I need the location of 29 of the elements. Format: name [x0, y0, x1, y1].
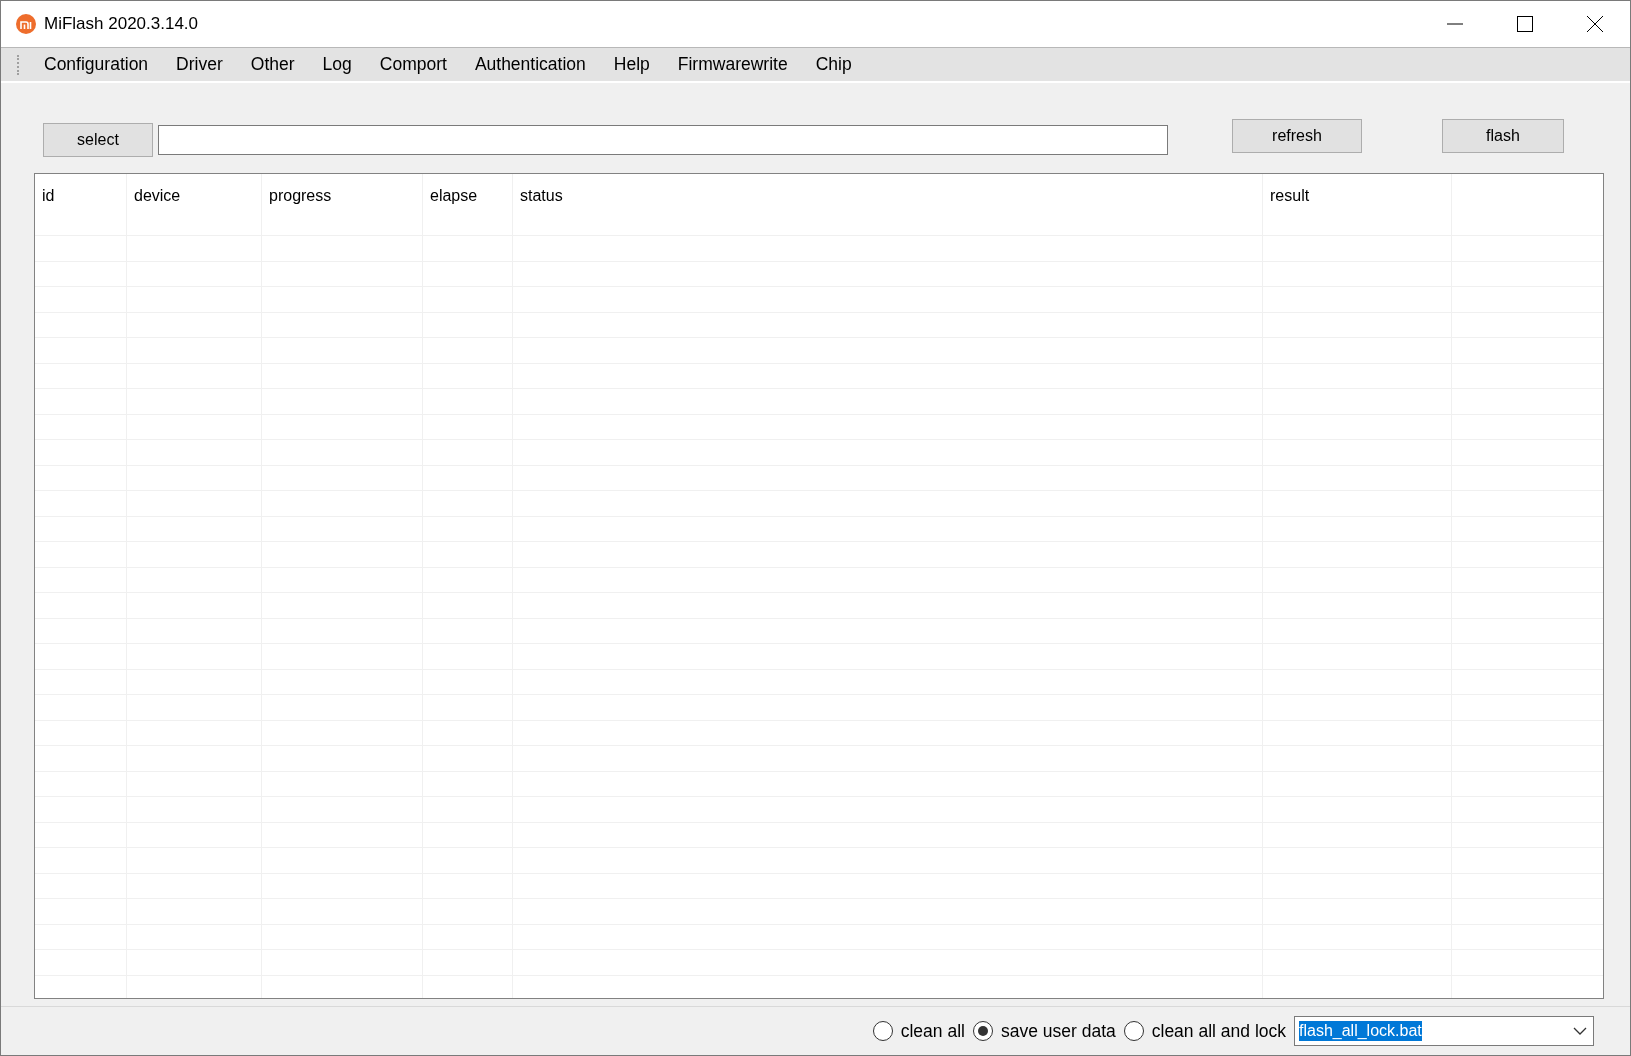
menu-item[interactable]: Authentication [460, 51, 600, 78]
menu-item[interactable]: Log [308, 51, 366, 78]
radio-option[interactable]: clean all and lock [1123, 1017, 1286, 1045]
radio-option[interactable]: clean all [872, 1017, 965, 1045]
app-logo-icon [16, 14, 36, 34]
chevron-down-icon [1573, 1027, 1587, 1035]
path-field[interactable] [158, 125, 1168, 155]
maximize-icon [1517, 16, 1533, 32]
column-header[interactable]: device [134, 187, 181, 204]
select-button[interactable]: select [43, 123, 153, 157]
flash-button[interactable]: flash [1442, 119, 1564, 153]
column-header[interactable]: status [520, 187, 563, 204]
menu-item[interactable]: Comport [365, 51, 461, 78]
menu-item[interactable]: Chip [801, 51, 866, 78]
window-title: MiFlash 2020.3.14.0 [44, 13, 199, 36]
close-icon [1587, 16, 1603, 32]
column-header[interactable]: id [42, 187, 55, 204]
minimize-icon [1447, 23, 1463, 25]
menu-item[interactable]: Other [236, 51, 309, 78]
menu-item[interactable]: Firmwarewrite [663, 51, 802, 78]
menu-item[interactable]: Help [599, 51, 664, 78]
column-header[interactable]: progress [269, 187, 332, 204]
column-header[interactable]: elapse [430, 187, 478, 204]
script-dropdown[interactable]: flash_all_lock.bat [1294, 1016, 1594, 1046]
radio-option[interactable]: save user data [972, 1017, 1116, 1045]
refresh-button[interactable]: refresh [1232, 119, 1362, 153]
column-header[interactable]: result [1270, 187, 1310, 204]
menu-item[interactable]: Configuration [30, 51, 163, 78]
menu-item[interactable]: Driver [162, 51, 237, 78]
